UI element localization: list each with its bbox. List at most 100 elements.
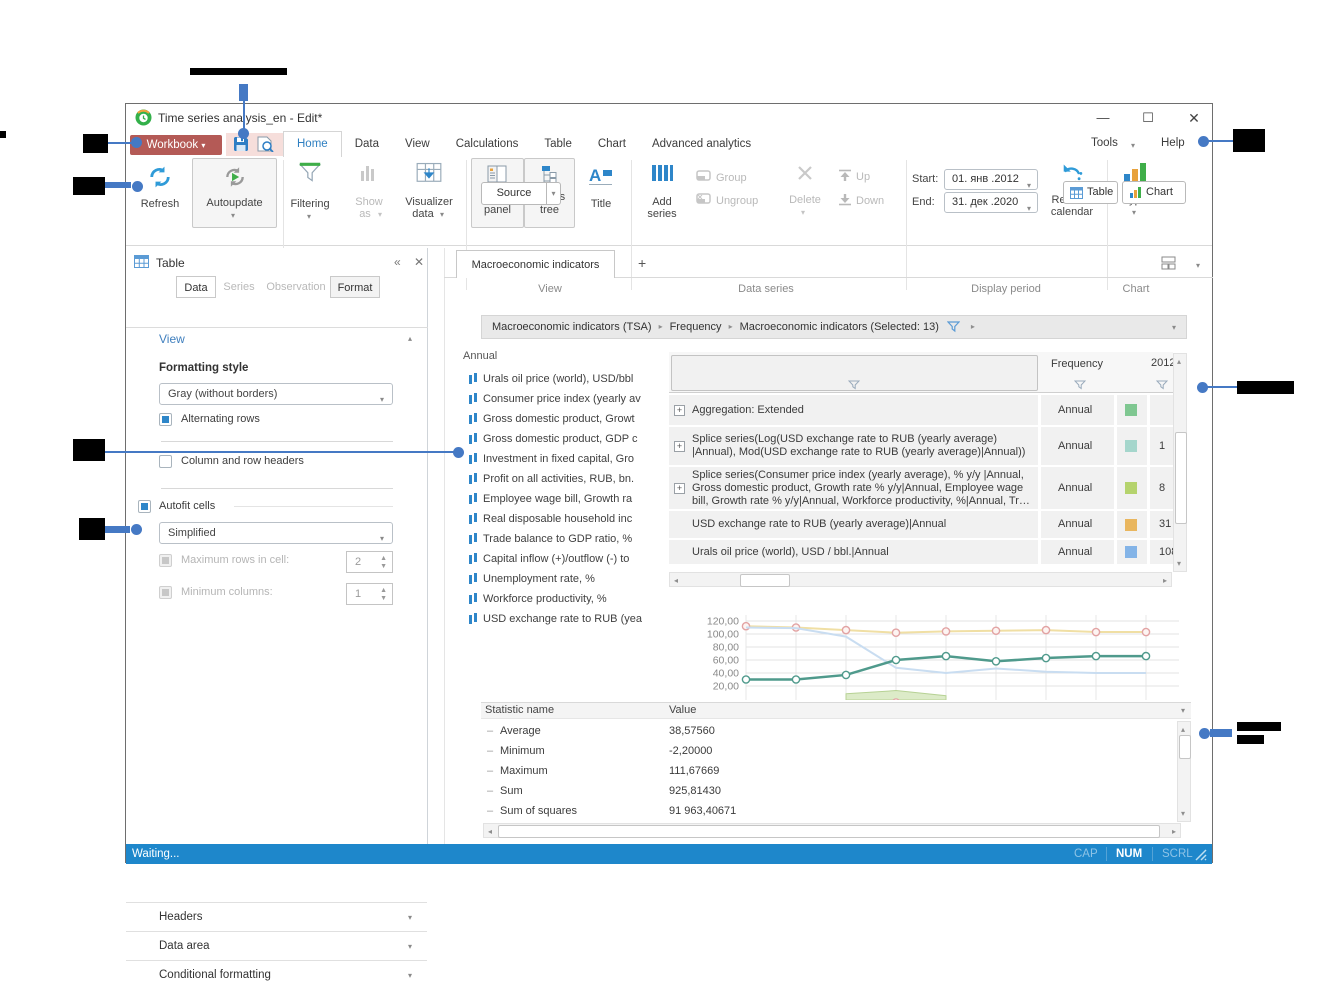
new-tab-icon[interactable]: + (638, 255, 646, 271)
stats-hscrollbar[interactable]: ◂ ▸ (483, 823, 1181, 838)
series-list-item[interactable]: Workforce productivity, % (469, 589, 661, 609)
scroll-up-icon[interactable]: ▴ (1177, 356, 1181, 367)
table-row[interactable]: +Splice series(Consumer price index (yea… (669, 467, 1173, 509)
chevron-down-icon[interactable]: ▾ (1196, 261, 1200, 270)
scroll-right-icon[interactable]: ▸ (1163, 575, 1167, 586)
panel-tab-data[interactable]: Data (176, 276, 216, 298)
filtering-icon[interactable] (298, 162, 322, 184)
collapse-icon[interactable]: « (394, 255, 401, 269)
start-date-field[interactable]: 01. янв .2012 ▾ (944, 169, 1038, 190)
formatting-style-select[interactable]: Gray (without borders) ▾ (159, 383, 393, 405)
scroll-left-icon[interactable]: ◂ (488, 826, 492, 837)
filter-icon[interactable] (1074, 380, 1086, 390)
stats-header-value[interactable]: Value (669, 704, 696, 716)
refresh-button[interactable]: Refresh (130, 198, 190, 210)
series-list-item[interactable]: Gross domestic product, Growt (469, 409, 661, 429)
maximize-icon[interactable]: ☐ (1133, 109, 1163, 127)
status-cap[interactable]: CAP (1074, 844, 1098, 864)
filter-icon[interactable] (848, 380, 860, 390)
title-icon[interactable]: A (588, 164, 614, 186)
workbook-button[interactable]: Workbook ▾ (130, 135, 222, 155)
resize-grip-icon[interactable] (1194, 848, 1208, 862)
grid-header-year[interactable]: 2012 (1151, 357, 1175, 369)
add-series-button[interactable]: Add (632, 196, 692, 208)
panel-close-icon[interactable]: ✕ (414, 255, 424, 269)
expand-plus-icon[interactable]: + (674, 441, 685, 452)
scroll-left-icon[interactable]: ◂ (674, 575, 678, 586)
chevron-down-icon[interactable]: ▾ (1181, 706, 1185, 715)
chevron-up-icon[interactable]: ▴ (408, 334, 412, 343)
stats-row[interactable]: –Average38,57560 (481, 721, 1177, 741)
filter-funnel-icon[interactable] (947, 321, 960, 338)
chart-area[interactable]: 120,00100,0080,0060,0040,0020,00 (669, 601, 1191, 700)
help-menu[interactable]: Help (1161, 137, 1185, 149)
tab-home[interactable]: Home (283, 131, 342, 157)
end-date-field[interactable]: 31. дек .2020 ▾ (944, 192, 1038, 213)
tab-table[interactable]: Table (531, 132, 585, 157)
close-icon[interactable]: ✕ (1179, 109, 1209, 127)
stats-row[interactable]: –Maximum111,67669 (481, 761, 1177, 781)
stats-vscroll-thumb[interactable] (1179, 735, 1191, 759)
tab-data[interactable]: Data (342, 132, 392, 157)
refresh-icon[interactable] (146, 164, 174, 190)
autofit-mode-select[interactable]: Simplified ▾ (159, 522, 393, 544)
chevron-down-icon[interactable]: ▾ (307, 212, 311, 221)
tab-advanced-analytics[interactable]: Advanced analytics (639, 132, 764, 157)
stats-row[interactable]: –Sum925,81430 (481, 781, 1177, 801)
scroll-down-icon[interactable]: ▾ (1181, 808, 1185, 819)
grid-header-frequency[interactable]: Frequency (1051, 358, 1103, 370)
sheet-tab[interactable]: Macroeconomic indicators (456, 250, 615, 278)
panel-section-headers[interactable]: Headers▾ (126, 902, 427, 932)
visualizer-data-icon[interactable] (416, 161, 442, 185)
print-preview-icon[interactable] (257, 136, 274, 152)
series-list-item[interactable]: Consumer price index (yearly av (469, 389, 661, 409)
source-button[interactable]: Source (481, 182, 547, 205)
series-list-item[interactable]: Profit on all activities, RUB, bn. (469, 469, 661, 489)
alternating-rows-checkbox[interactable] (159, 413, 172, 426)
tab-chart[interactable]: Chart (585, 132, 639, 157)
chevron-down-icon[interactable]: ▾ (440, 210, 444, 219)
chevron-down-icon[interactable]: ▾ (1172, 323, 1176, 332)
stats-hscroll-thumb[interactable] (498, 825, 1160, 838)
grid-vscroll-thumb[interactable] (1175, 432, 1187, 524)
autofit-cells-checkbox[interactable] (138, 500, 151, 513)
table-row[interactable]: +Splice series(Log(USD exchange rate to … (669, 427, 1173, 465)
table-view-button[interactable]: Table (1063, 181, 1118, 204)
stats-row[interactable]: –Sum of squares91 963,40671 (481, 801, 1177, 821)
series-list-item[interactable]: USD exchange rate to RUB (yea (469, 609, 661, 629)
layout-icon[interactable] (1161, 256, 1176, 270)
grid-hscrollbar[interactable]: ◂ ▸ (669, 572, 1172, 587)
stats-row[interactable]: –Minimum-2,20000 (481, 741, 1177, 761)
tab-calculations[interactable]: Calculations (443, 132, 532, 157)
breadcrumb-item[interactable]: Macroeconomic indicators (TSA) (492, 316, 652, 338)
series-list-item[interactable]: Employee wage bill, Growth ra (469, 489, 661, 509)
tools-menu[interactable]: Tools (1091, 137, 1118, 149)
series-list-item[interactable]: Trade balance to GDP ratio, % (469, 529, 661, 549)
table-row[interactable]: USD exchange rate to RUB (yearly average… (669, 511, 1173, 538)
stats-vscrollbar[interactable]: ▴ ▾ (1177, 721, 1191, 822)
expand-plus-icon[interactable]: + (674, 483, 685, 494)
status-scrl[interactable]: SCRL (1162, 844, 1193, 864)
scroll-down-icon[interactable]: ▾ (1177, 558, 1181, 569)
breadcrumb-item[interactable]: Macroeconomic indicators (Selected: 13) (740, 316, 939, 338)
series-list-item[interactable]: Gross domestic product, GDP c (469, 429, 661, 449)
visualizer-data-button[interactable]: Visualizer (399, 196, 459, 208)
filter-icon[interactable] (1156, 380, 1168, 390)
tab-view[interactable]: View (392, 132, 443, 157)
series-list-item[interactable]: Real disposable household inc (469, 509, 661, 529)
grid-vscrollbar[interactable]: ▴ ▾ (1173, 353, 1187, 572)
series-list-item[interactable]: Capital inflow (+)/outflow (-) to (469, 549, 661, 569)
scroll-up-icon[interactable]: ▴ (1181, 724, 1185, 735)
expand-plus-icon[interactable]: + (674, 405, 685, 416)
title-button[interactable]: Title (571, 198, 631, 210)
series-list-item[interactable]: Urals oil price (world), USD/bbl (469, 369, 661, 389)
column-row-headers-checkbox[interactable] (159, 455, 172, 468)
section-view[interactable]: View (159, 332, 185, 346)
series-list-item[interactable]: Unemployment rate, % (469, 569, 661, 589)
chevron-down-icon[interactable]: ▾ (1131, 141, 1135, 150)
chart-view-button[interactable]: Chart (1122, 181, 1186, 204)
minimize-icon[interactable]: — (1088, 109, 1118, 127)
status-num[interactable]: NUM (1116, 844, 1142, 864)
breadcrumb-item[interactable]: Frequency (670, 316, 722, 338)
panel-section-data-area[interactable]: Data area▾ (126, 931, 427, 961)
